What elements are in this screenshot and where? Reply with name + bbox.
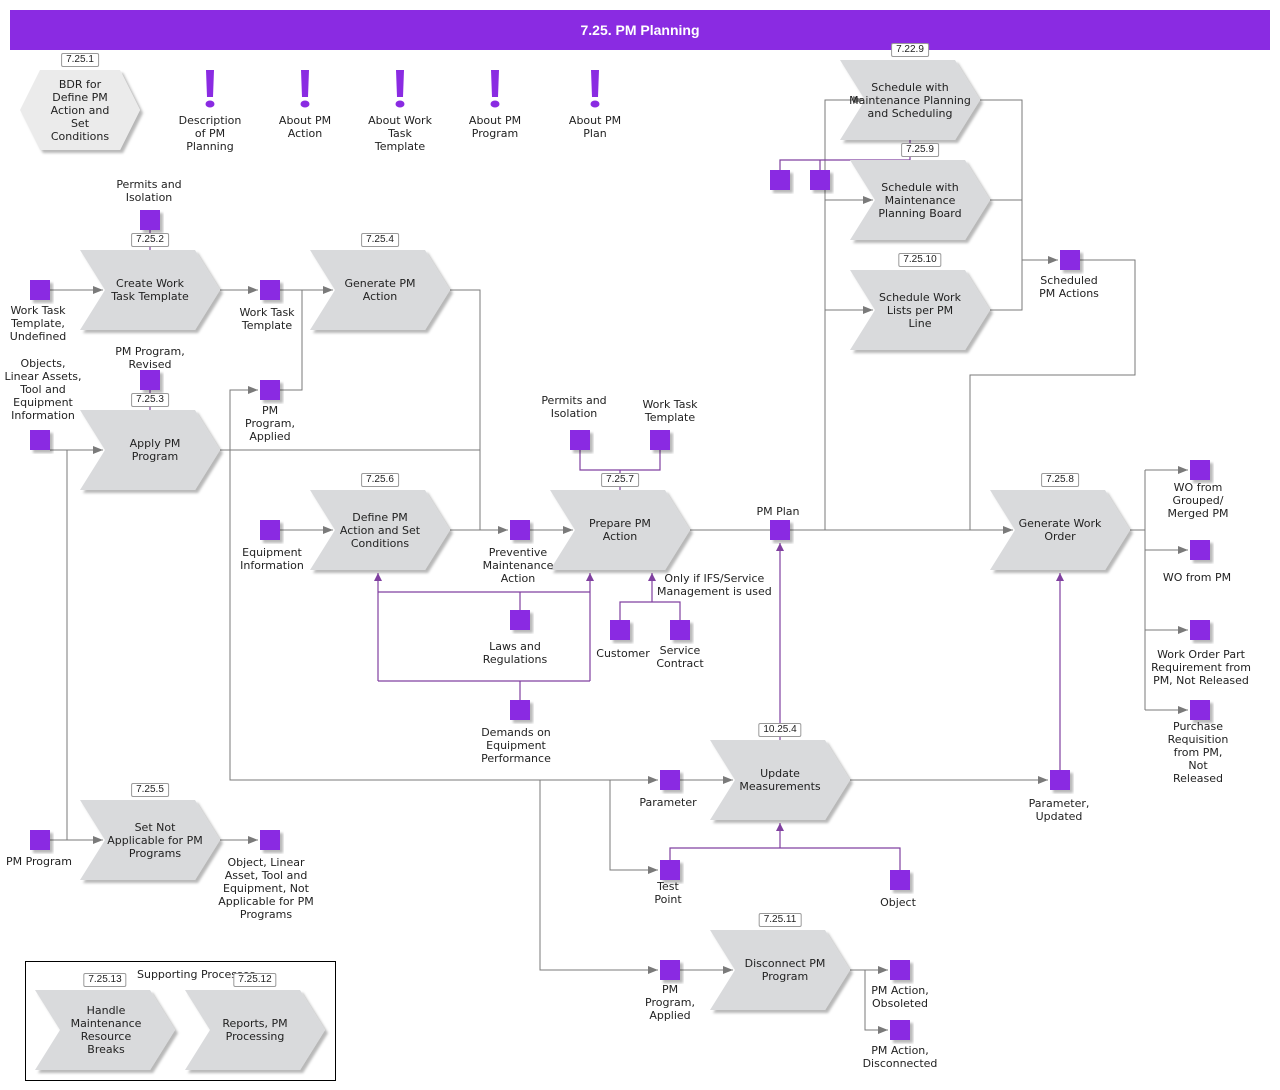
data-object-pm-program-revised — [140, 370, 160, 390]
data-object-label: Purchase Requisition from PM, Not Releas… — [1167, 720, 1229, 785]
data-object-pm-program-applied-2 — [660, 960, 680, 980]
data-object-work-task-template-2 — [650, 430, 670, 450]
data-object-label: PM Program, Applied — [645, 983, 695, 1022]
data-object-label: PM Program — [5, 855, 73, 868]
process-id-tag: 7.25.12 — [233, 973, 277, 987]
data-object-permits-isolation-2 — [570, 430, 590, 450]
process-id-tag: 7.25.3 — [131, 393, 169, 407]
data-object-wo-from-pm — [1190, 540, 1210, 560]
process-id-tag: 7.25.4 — [361, 233, 399, 247]
data-object-label: Objects, Linear Assets, Tool and Equipme… — [4, 357, 82, 422]
data-object-label: Preventive Maintenance Action — [482, 546, 554, 585]
process-id-tag: 7.25.10 — [898, 253, 942, 267]
data-object-not-applicable-objects — [260, 830, 280, 850]
process-id-tag: 7.25.13 — [83, 973, 127, 987]
process-id-tag: 10.25.4 — [758, 723, 802, 737]
data-object-wo-part-requirement — [1190, 620, 1210, 640]
process-diagram: 7.25. PM Planning Supporting Processes B… — [0, 0, 1280, 1090]
note-about-pm-plan[interactable]: About PM Plan — [545, 114, 645, 140]
flow-connector — [450, 289, 481, 530]
data-object-label: Demands on Equipment Performance — [481, 726, 551, 765]
process-id-tag: 7.25.2 — [131, 233, 169, 247]
process-id-tag: 7.25.5 — [131, 783, 169, 797]
data-object-purchase-requisition — [1190, 700, 1210, 720]
data-object-pm-program — [30, 830, 50, 850]
data-object-pm-program-applied — [260, 380, 280, 400]
data-object-label: Work Task Template, Undefined — [9, 304, 67, 343]
info-connector — [579, 450, 661, 471]
data-object-service-contract — [670, 620, 690, 640]
exclamation-icon[interactable] — [490, 70, 500, 108]
data-object-work-task-template-undefined — [30, 280, 50, 300]
data-object-test-point — [660, 860, 680, 880]
data-object-preventive-maintenance-action — [510, 520, 530, 540]
data-object-label: Work Task Template — [642, 398, 698, 424]
process-schedule-maintenance-planning-board[interactable]: Schedule with Maintenance Planning Board — [850, 160, 990, 240]
data-object-label: PM Action, Obsoleted — [871, 984, 929, 1010]
data-object-pm-action-obsoleted — [890, 960, 910, 980]
data-object-scheduled-pm-actions — [1060, 250, 1080, 270]
info-connector — [669, 847, 901, 870]
data-object-label: Parameter — [639, 796, 697, 809]
process-id-tag: 7.25.9 — [901, 143, 939, 157]
note-about-work-task-template[interactable]: About Work Task Template — [350, 114, 450, 153]
data-object-object — [890, 870, 910, 890]
data-object-label: Equipment Information — [240, 546, 304, 572]
data-object-label: WO from Grouped/ Merged PM — [1167, 481, 1229, 520]
data-object-label: Parameter, Updated — [1028, 797, 1090, 823]
data-object-pm-action-disconnected — [890, 1020, 910, 1040]
note-about-pm-action[interactable]: About PM Action — [255, 114, 355, 140]
process-id-tag: 7.22.9 — [891, 43, 929, 57]
flow-connector — [280, 290, 303, 391]
bdr-link[interactable]: BDR for Define PM Action and Set Conditi… — [20, 70, 140, 150]
process-schedule-work-lists[interactable]: Schedule Work Lists per PM Line — [850, 270, 990, 350]
data-object-laws-regulations — [510, 610, 530, 630]
exclamation-icon[interactable] — [205, 70, 215, 108]
data-object-objects-equipment-information — [30, 430, 50, 450]
data-object-label: Permits and Isolation — [116, 178, 182, 204]
data-object-unlabeled-1 — [770, 170, 790, 190]
process-generate-work-order[interactable]: Generate Work Order — [990, 490, 1130, 570]
exclamation-icon[interactable] — [395, 70, 405, 108]
process-id-tag: 7.25.11 — [758, 913, 802, 927]
data-object-demands-equipment-performance — [510, 700, 530, 720]
data-object-label: PM Action, Disconnected — [862, 1044, 938, 1070]
data-object-label: Object — [880, 896, 916, 909]
data-object-label: Object, Linear Asset, Tool and Equipment… — [218, 856, 314, 921]
data-object-unlabeled-2 — [810, 170, 830, 190]
info-connector — [619, 601, 681, 620]
bdr-id-tag: 7.25.1 — [61, 53, 99, 67]
ifs-service-annotation: Only if IFS/Service Management is used — [657, 572, 772, 598]
process-schedule-maintenance-planning-scheduling[interactable]: Schedule with Maintenance Planning and S… — [840, 60, 980, 140]
data-object-label: Work Order Part Requirement from PM, Not… — [1151, 648, 1251, 687]
process-id-tag: 7.25.6 — [361, 473, 399, 487]
data-object-label: Test Point — [654, 880, 682, 906]
process-id-tag: 7.25.7 — [601, 473, 639, 487]
data-object-label: PM Plan — [756, 505, 800, 518]
data-object-parameter-updated — [1050, 770, 1070, 790]
page-title: 7.25. PM Planning — [10, 10, 1270, 50]
data-object-permits-isolation — [140, 210, 160, 230]
data-object-equipment-information — [260, 520, 280, 540]
data-object-label: Work Task Template — [239, 306, 295, 332]
data-object-label: WO from PM — [1162, 571, 1232, 584]
process-reports-pm-processing[interactable]: Reports, PM Processing — [185, 990, 325, 1070]
flow-connector — [609, 780, 658, 874]
exclamation-icon[interactable] — [300, 70, 310, 108]
process-id-tag: 7.25.8 — [1041, 473, 1079, 487]
note-description-of-pm-planning[interactable]: Description of PM Planning — [160, 114, 260, 153]
data-object-parameter — [660, 770, 680, 790]
data-object-label: Service Contract — [656, 644, 704, 670]
data-object-label: PM Program, Applied — [245, 404, 295, 443]
data-object-wo-grouped-merged — [1190, 460, 1210, 480]
data-object-work-task-template — [260, 280, 280, 300]
data-object-pm-plan — [770, 520, 790, 540]
process-handle-resource-breaks[interactable]: Handle Maintenance Resource Breaks — [36, 990, 176, 1070]
note-about-pm-program[interactable]: About PM Program — [445, 114, 545, 140]
data-object-customer — [610, 620, 630, 640]
data-object-label: Scheduled PM Actions — [1039, 274, 1099, 300]
exclamation-icon[interactable] — [590, 70, 600, 108]
